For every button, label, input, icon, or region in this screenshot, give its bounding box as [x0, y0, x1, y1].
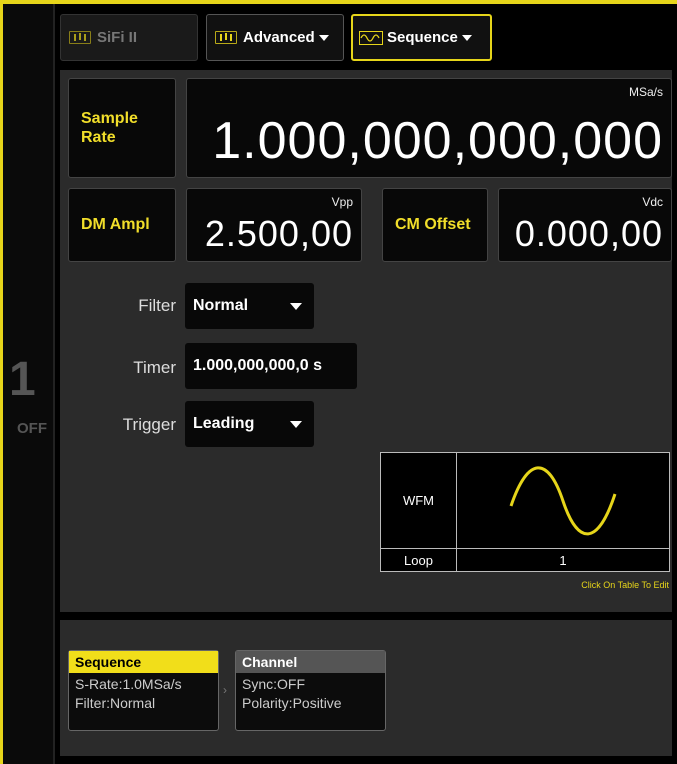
tab-sequence[interactable]: Sequence [351, 14, 492, 61]
chevron-down-icon [318, 34, 329, 41]
chevron-down-icon [290, 421, 302, 428]
waveform-icon [359, 30, 383, 45]
sine-wave-icon [509, 466, 617, 535]
cm-offset-label[interactable]: CM Offset [382, 188, 488, 262]
loop-cell[interactable]: 1 [457, 549, 669, 571]
chevron-right-icon: › [223, 683, 227, 697]
tab-advanced-label: Advanced [243, 29, 315, 46]
cm-offset-unit: Vdc [642, 195, 663, 209]
sequence-card-srate: S-Rate:1.0MSa/s [75, 676, 182, 692]
sample-rate-unit: MSa/s [628, 85, 663, 99]
sequence-card-title: Sequence [69, 651, 218, 673]
table-edit-hint: Click On Table To Edit [581, 580, 669, 590]
sequence-summary-card[interactable]: Sequence S-Rate:1.0MSa/s Filter:Normal [68, 650, 219, 731]
sequence-table[interactable]: WFM Loop 1 [380, 452, 670, 572]
filter-label: Filter [138, 296, 176, 315]
sample-rate-label[interactable]: Sample Rate [68, 78, 176, 178]
channel-number: 1 [9, 353, 36, 406]
tab-sifi-label: SiFi II [97, 29, 138, 46]
cm-offset-field[interactable]: Vdc 0.000,00 [498, 188, 672, 262]
sliders-icon [215, 31, 237, 44]
trigger-label: Trigger [122, 415, 176, 434]
channel-strip[interactable]: 1 OFF [3, 4, 55, 764]
dm-ampl-value: 2.500,00 [204, 213, 353, 254]
timer-value: 1.000,000,000,0 s [193, 357, 323, 374]
channel-summary-card[interactable]: Channel Sync:OFF Polarity:Positive [235, 650, 386, 731]
filter-value: Normal [193, 297, 249, 314]
trigger-value: Leading [193, 415, 255, 432]
filter-dropdown[interactable]: Normal [185, 283, 314, 329]
channel-card-title: Channel [236, 651, 385, 673]
tab-sifi[interactable]: SiFi II [60, 14, 198, 61]
cm-offset-value: 0.000,00 [514, 213, 663, 254]
trigger-dropdown[interactable]: Leading [185, 401, 314, 447]
timer-field[interactable]: 1.000,000,000,0 s [185, 343, 357, 389]
sample-rate-field[interactable]: MSa/s 1.000,000,000,000 [186, 78, 672, 178]
sliders-icon [69, 31, 91, 44]
loop-label-cell: Loop [381, 549, 457, 571]
sequence-card-filter: Filter:Normal [75, 695, 156, 711]
dm-ampl-label[interactable]: DM Ampl [68, 188, 176, 262]
tab-sequence-label: Sequence [387, 29, 458, 46]
sample-rate-value: 1.000,000,000,000 [212, 112, 663, 170]
wfm-cell[interactable] [457, 453, 669, 549]
dm-ampl-unit: Vpp [331, 195, 353, 209]
dm-ampl-field[interactable]: Vpp 2.500,00 [186, 188, 362, 262]
channel-card-polarity: Polarity:Positive [242, 695, 342, 711]
chevron-down-icon [461, 34, 472, 41]
wfm-label-cell: WFM [381, 453, 457, 549]
tab-advanced[interactable]: Advanced [206, 14, 344, 61]
channel-card-sync: Sync:OFF [242, 676, 306, 692]
timer-label: Timer [133, 358, 176, 377]
chevron-down-icon [290, 303, 302, 310]
channel-state: OFF [17, 420, 47, 437]
